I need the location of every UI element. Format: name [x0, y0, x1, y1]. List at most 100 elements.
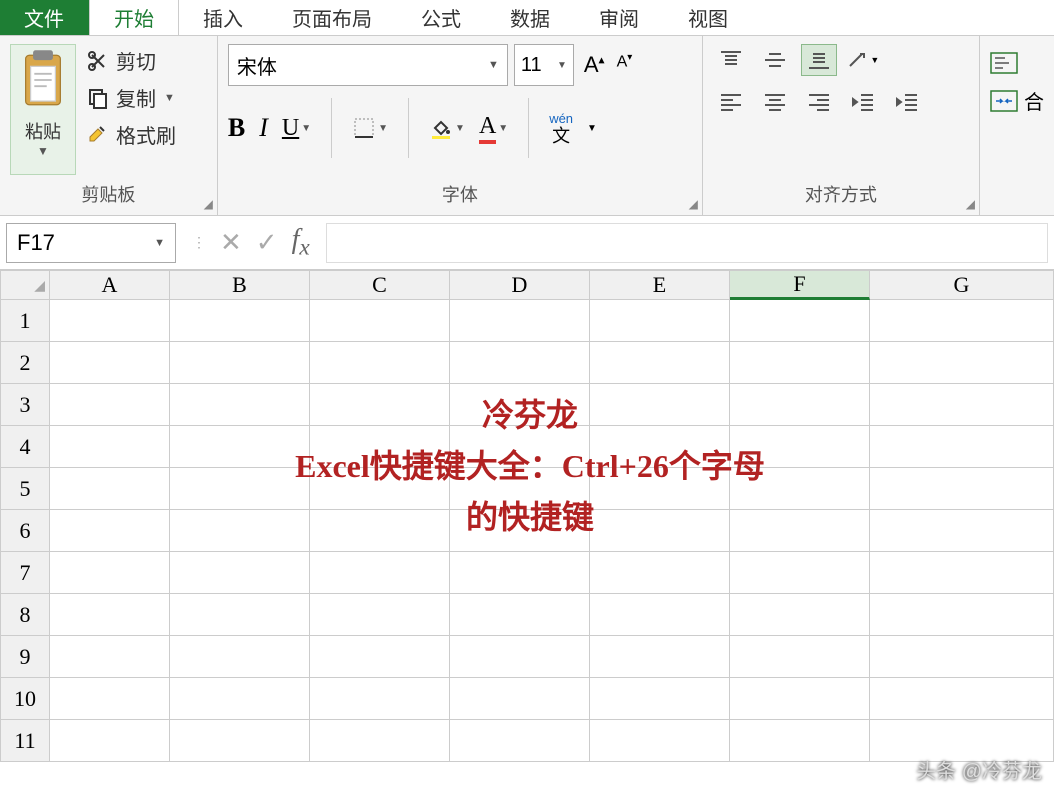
cell-F8[interactable]: [730, 594, 870, 636]
font-color-button[interactable]: A ▼: [479, 113, 508, 144]
cell-A5[interactable]: [50, 468, 170, 510]
select-all-corner[interactable]: ◢: [0, 270, 50, 300]
cell-A11[interactable]: [50, 720, 170, 762]
align-right-button[interactable]: [801, 86, 837, 118]
increase-font-button[interactable]: A▴: [580, 50, 609, 80]
row-header-5[interactable]: 5: [0, 468, 50, 510]
name-box[interactable]: F17 ▼: [6, 223, 176, 263]
cell-A10[interactable]: [50, 678, 170, 720]
increase-indent-button[interactable]: [889, 86, 925, 118]
column-header-C[interactable]: C: [310, 270, 450, 300]
formula-input[interactable]: [326, 223, 1048, 263]
row-header-11[interactable]: 11: [0, 720, 50, 762]
cell-D11[interactable]: [450, 720, 590, 762]
fill-color-button[interactable]: ▼: [429, 116, 465, 140]
cell-A9[interactable]: [50, 636, 170, 678]
cell-C10[interactable]: [310, 678, 450, 720]
cell-G9[interactable]: [870, 636, 1054, 678]
font-name-select[interactable]: 宋体 ▼: [228, 44, 508, 86]
cell-D10[interactable]: [450, 678, 590, 720]
cell-C11[interactable]: [310, 720, 450, 762]
cell-B8[interactable]: [170, 594, 310, 636]
cell-A8[interactable]: [50, 594, 170, 636]
cancel-formula-button[interactable]: ✕: [220, 227, 242, 258]
cell-D9[interactable]: [450, 636, 590, 678]
row-header-1[interactable]: 1: [0, 300, 50, 342]
row-header-8[interactable]: 8: [0, 594, 50, 636]
cell-A2[interactable]: [50, 342, 170, 384]
wrap-text-button[interactable]: [990, 52, 1044, 74]
insert-function-button[interactable]: fx: [292, 224, 310, 262]
cell-D2[interactable]: [450, 342, 590, 384]
decrease-indent-button[interactable]: [845, 86, 881, 118]
tab-view[interactable]: 视图: [664, 0, 753, 35]
clipboard-expand-icon[interactable]: ◢: [204, 197, 213, 211]
cell-C2[interactable]: [310, 342, 450, 384]
tab-insert[interactable]: 插入: [179, 0, 268, 35]
tab-home[interactable]: 开始: [89, 0, 179, 35]
cell-E9[interactable]: [590, 636, 730, 678]
cell-B11[interactable]: [170, 720, 310, 762]
tab-formulas[interactable]: 公式: [397, 0, 486, 35]
phonetic-button[interactable]: wén 文: [549, 112, 573, 145]
row-header-3[interactable]: 3: [0, 384, 50, 426]
cell-B9[interactable]: [170, 636, 310, 678]
borders-button[interactable]: ▼: [352, 116, 388, 140]
align-expand-icon[interactable]: ◢: [966, 197, 975, 211]
column-header-F[interactable]: F: [730, 270, 870, 300]
cell-A7[interactable]: [50, 552, 170, 594]
align-bottom-button[interactable]: [801, 44, 837, 76]
cell-B2[interactable]: [170, 342, 310, 384]
cell-G2[interactable]: [870, 342, 1054, 384]
align-top-button[interactable]: [713, 44, 749, 76]
copy-button[interactable]: 复制 ▼: [86, 83, 176, 112]
decrease-font-button[interactable]: A▾: [613, 50, 637, 80]
underline-button[interactable]: U▼: [282, 115, 311, 142]
row-header-6[interactable]: 6: [0, 510, 50, 552]
cell-B10[interactable]: [170, 678, 310, 720]
row-header-4[interactable]: 4: [0, 426, 50, 468]
cell-D7[interactable]: [450, 552, 590, 594]
cell-F1[interactable]: [730, 300, 870, 342]
align-middle-button[interactable]: [757, 44, 793, 76]
row-header-10[interactable]: 10: [0, 678, 50, 720]
bold-button[interactable]: B: [228, 113, 245, 143]
cell-E10[interactable]: [590, 678, 730, 720]
cell-E11[interactable]: [590, 720, 730, 762]
tab-review[interactable]: 审阅: [575, 0, 664, 35]
cell-E7[interactable]: [590, 552, 730, 594]
cell-B1[interactable]: [170, 300, 310, 342]
cell-C7[interactable]: [310, 552, 450, 594]
cell-C9[interactable]: [310, 636, 450, 678]
row-header-2[interactable]: 2: [0, 342, 50, 384]
tab-file[interactable]: 文件: [0, 0, 89, 35]
cell-G4[interactable]: [870, 426, 1054, 468]
cell-F11[interactable]: [730, 720, 870, 762]
font-expand-icon[interactable]: ◢: [689, 197, 698, 211]
orientation-button[interactable]: ▼: [845, 44, 881, 76]
font-size-select[interactable]: 11 ▼: [514, 44, 574, 86]
cell-G8[interactable]: [870, 594, 1054, 636]
cell-A6[interactable]: [50, 510, 170, 552]
cell-G7[interactable]: [870, 552, 1054, 594]
cell-A4[interactable]: [50, 426, 170, 468]
cell-F10[interactable]: [730, 678, 870, 720]
cell-F2[interactable]: [730, 342, 870, 384]
accept-formula-button[interactable]: ✓: [256, 227, 278, 258]
cell-E1[interactable]: [590, 300, 730, 342]
cell-G10[interactable]: [870, 678, 1054, 720]
column-header-A[interactable]: A: [50, 270, 170, 300]
cell-C1[interactable]: [310, 300, 450, 342]
row-header-7[interactable]: 7: [0, 552, 50, 594]
cell-G6[interactable]: [870, 510, 1054, 552]
cell-G3[interactable]: [870, 384, 1054, 426]
column-header-G[interactable]: G: [870, 270, 1054, 300]
cell-F7[interactable]: [730, 552, 870, 594]
cell-G5[interactable]: [870, 468, 1054, 510]
align-center-button[interactable]: [757, 86, 793, 118]
cell-D1[interactable]: [450, 300, 590, 342]
column-header-D[interactable]: D: [450, 270, 590, 300]
cell-B7[interactable]: [170, 552, 310, 594]
tab-layout[interactable]: 页面布局: [268, 0, 397, 35]
cell-G1[interactable]: [870, 300, 1054, 342]
